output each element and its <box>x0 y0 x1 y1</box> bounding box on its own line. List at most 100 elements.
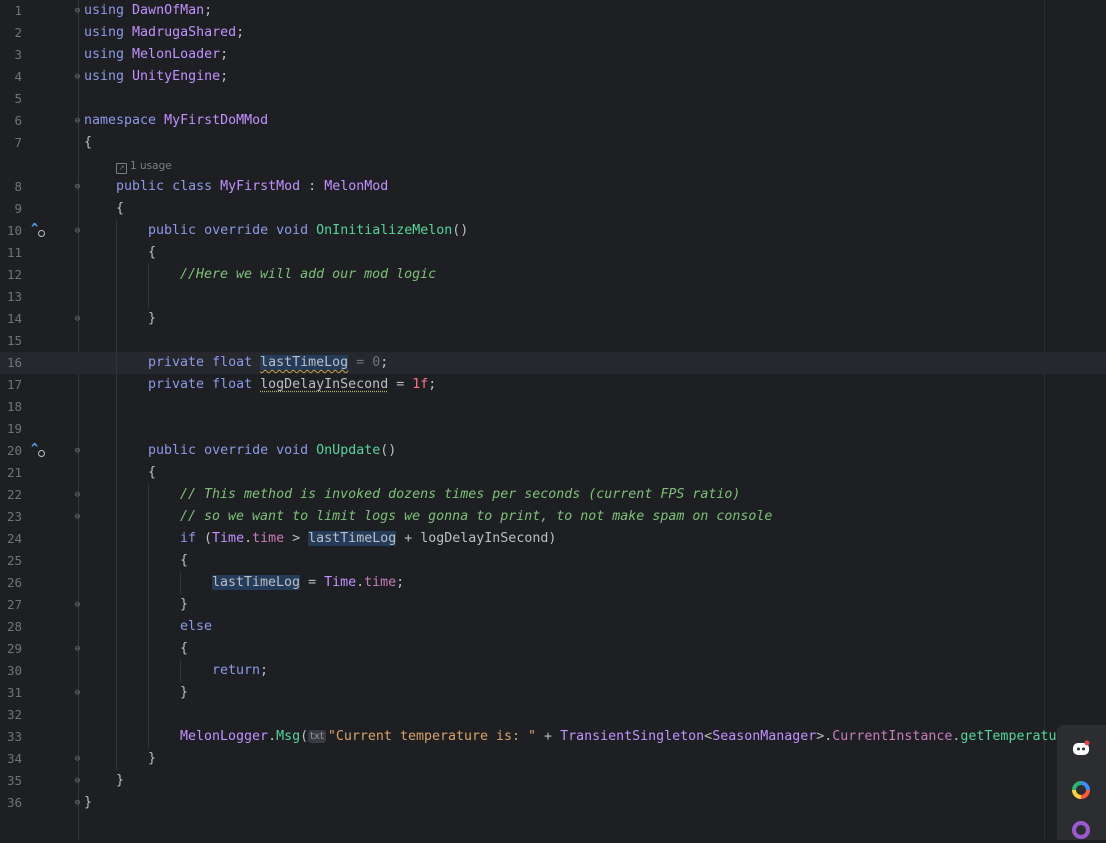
code-line[interactable]: 11 { <box>0 242 1106 264</box>
override-marker-icon[interactable]: ^ <box>31 441 49 458</box>
code-line[interactable]: 2 using MadrugaShared; <box>0 22 1106 44</box>
indent-guide <box>116 704 117 726</box>
fold-marker-icon[interactable]: ⊖ <box>73 688 82 698</box>
code-line[interactable]: 26 lastTimeLog = Time.time; <box>0 572 1106 594</box>
code-line[interactable]: 36 ⊖ } <box>0 792 1106 814</box>
line-number: 3 <box>14 47 22 62</box>
field-ref: lastTimeLog <box>212 575 301 590</box>
fold-marker-icon[interactable]: ⊖ <box>73 600 82 610</box>
fold-marker-icon[interactable]: ⊖ <box>73 6 82 16</box>
indent-guide <box>116 484 117 506</box>
code-line[interactable]: 7 { <box>0 132 1106 154</box>
line-number: 18 <box>6 399 22 414</box>
code-line[interactable]: 14 ⊖ } <box>0 308 1106 330</box>
code-line[interactable]: 13 <box>0 286 1106 308</box>
keyword: else <box>180 619 213 634</box>
keyword: void <box>276 443 309 458</box>
fold-marker-icon[interactable]: ⊖ <box>73 226 82 236</box>
code-line[interactable]: 6 ⊖ namespace MyFirstDoMMod <box>0 110 1106 132</box>
class-ref: MelonLogger <box>180 729 269 744</box>
code-line[interactable]: 31 ⊖ } <box>0 682 1106 704</box>
code-line[interactable]: 32 <box>0 704 1106 726</box>
indent-guide <box>148 726 149 748</box>
colorful-ring-icon[interactable] <box>1072 781 1090 799</box>
comment: //Here we will add our mod logic <box>180 267 437 282</box>
class-ref: TransientSingleton <box>560 729 705 744</box>
fold-marker-icon[interactable]: ⊖ <box>73 446 82 456</box>
discord-icon[interactable] <box>1072 740 1090 758</box>
code-line[interactable]: 17 private float logDelayInSecond = 1f; <box>0 374 1106 396</box>
line-number: 7 <box>14 135 22 150</box>
keyword: override <box>204 223 269 238</box>
code-line[interactable]: 33 MelonLogger.Msg(txt "Current temperatu… <box>0 726 1057 748</box>
code-line[interactable]: 3 using MelonLoader; <box>0 44 1106 66</box>
purple-ring-icon[interactable] <box>1072 821 1090 839</box>
code-line[interactable]: 8 ⊖ public class MyFirstMod : MelonMod <box>0 176 1106 198</box>
keyword: namespace <box>84 113 157 128</box>
code-line[interactable]: 10 ^ ⊖ public override void OnInitialize… <box>0 220 1106 242</box>
code-line[interactable]: 28 else <box>0 616 1106 638</box>
code-line[interactable]: 19 <box>0 418 1106 440</box>
indent-guide <box>116 286 117 308</box>
indent-guide <box>148 638 149 660</box>
line-number: 22 <box>6 487 22 502</box>
keyword: float <box>212 355 253 370</box>
code-line-current[interactable]: 16 private float lastTimeLog = 0; <box>0 352 1106 374</box>
indent-guide <box>116 550 117 572</box>
code-line[interactable]: 27 ⊖ } <box>0 594 1106 616</box>
field-ref: lastTimeLog <box>308 531 397 546</box>
code-line[interactable]: 23 ⊖ // so we want to limit logs we gonn… <box>0 506 1106 528</box>
keyword: public <box>116 179 165 194</box>
indent-guide <box>116 726 117 748</box>
fold-marker-icon[interactable]: ⊖ <box>73 314 82 324</box>
code-line[interactable]: 15 <box>0 330 1106 352</box>
line-number: 29 <box>6 641 22 656</box>
line-number: 5 <box>14 91 22 106</box>
indent-guide <box>116 506 117 528</box>
line-number: 17 <box>6 377 22 392</box>
code-line[interactable]: 12 //Here we will add our mod logic <box>0 264 1106 286</box>
fold-marker-icon[interactable]: ⊖ <box>73 72 82 82</box>
method-name: OnUpdate <box>316 443 381 458</box>
code-line[interactable]: 30 return; <box>0 660 1106 682</box>
indent-guide <box>116 308 117 330</box>
indent-guide <box>148 704 149 726</box>
code-line[interactable]: 18 <box>0 396 1106 418</box>
code-line[interactable]: 24 if (Time.time > lastTimeLog + logDela… <box>0 528 1106 550</box>
indent-guide <box>148 660 149 682</box>
fold-marker-icon[interactable]: ⊖ <box>73 798 82 808</box>
keyword: void <box>276 223 309 238</box>
code-line[interactable]: 21 { <box>0 462 1106 484</box>
code-editor[interactable]: ↗ 1 usage 1 ⊖ using DawnOfMan; 2 using Ma… <box>0 0 1106 840</box>
line-number: 19 <box>6 421 22 436</box>
method-name: OnInitializeMelon <box>316 223 453 238</box>
code-line[interactable]: 9 { <box>0 198 1106 220</box>
line-number: 25 <box>6 553 22 568</box>
fold-marker-icon[interactable]: ⊖ <box>73 776 82 786</box>
fold-marker-icon[interactable]: ⊖ <box>73 644 82 654</box>
indent-guide <box>116 396 117 418</box>
code-line[interactable]: 4 ⊖ using UnityEngine; <box>0 66 1106 88</box>
fold-marker-icon[interactable]: ⊖ <box>73 182 82 192</box>
line-number: 20 <box>6 443 22 458</box>
code-line[interactable]: 35 ⊖ } <box>0 770 1106 792</box>
code-line[interactable]: 22 ⊖ // This method is invoked dozens ti… <box>0 484 1106 506</box>
code-line[interactable]: 29 ⊖ { <box>0 638 1106 660</box>
property-ref: time <box>252 531 285 546</box>
line-number: 8 <box>14 179 22 194</box>
usage-hint[interactable]: ↗ 1 usage <box>116 157 172 175</box>
code-line[interactable]: 34 ⊖ } <box>0 748 1106 770</box>
code-line[interactable]: 1 ⊖ using DawnOfMan; <box>0 0 1106 22</box>
fold-marker-icon[interactable]: ⊖ <box>73 754 82 764</box>
fold-marker-icon[interactable]: ⊖ <box>73 490 82 500</box>
code-line[interactable]: 20 ^ ⊖ public override void OnUpdate() <box>0 440 1106 462</box>
indent-guide <box>116 748 117 770</box>
fold-marker-icon[interactable]: ⊖ <box>73 116 82 126</box>
line-number: 24 <box>6 531 22 546</box>
line-number: 27 <box>6 597 22 612</box>
code-line[interactable]: 25 { <box>0 550 1106 572</box>
fold-marker-icon[interactable]: ⊖ <box>73 512 82 522</box>
override-marker-icon[interactable]: ^ <box>31 221 49 238</box>
code-line[interactable]: 5 <box>0 88 1106 110</box>
line-number: 28 <box>6 619 22 634</box>
